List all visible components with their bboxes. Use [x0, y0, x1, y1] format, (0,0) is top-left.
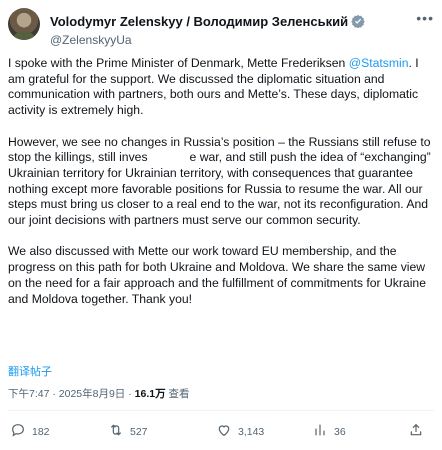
verified-badge-icon — [351, 14, 365, 31]
more-options-icon[interactable]: ••• — [416, 10, 434, 26]
views-count: 16.1万 — [134, 388, 166, 400]
repost-count: 527 — [130, 425, 148, 438]
tweet-header: Volodymyr Zelenskyy / Володимир Зеленськ… — [8, 8, 434, 48]
timestamp[interactable]: 下午7:47 · 2025年8月9日 · — [8, 388, 135, 400]
reply-count: 182 — [32, 425, 50, 438]
views-button[interactable]: 36 — [312, 422, 346, 441]
divider — [8, 410, 434, 411]
tweet-meta: 下午7:47 · 2025年8月9日 · 16.1万 查看 — [8, 386, 190, 401]
share-icon — [408, 422, 424, 441]
tweet-paragraph-1: I spoke with the Prime Minister of Denma… — [8, 56, 434, 119]
translate-post-link[interactable]: 翻译帖子 — [8, 363, 52, 379]
bookmark-count: 36 — [334, 425, 346, 438]
action-bar: 182 527 3,143 36 — [8, 422, 434, 446]
watermark-cover — [147, 152, 190, 163]
repost-button[interactable]: 527 — [108, 422, 148, 441]
author-name-line[interactable]: Volodymyr Zelenskyy / Володимир Зеленськ… — [50, 14, 365, 31]
tweet-paragraph-3: We also discussed with Mette our work to… — [8, 244, 426, 306]
like-count: 3,143 — [238, 425, 265, 438]
views-label: 查看 — [165, 388, 190, 400]
p1-before: I spoke with the Prime Minister of Denma… — [8, 56, 349, 70]
heart-icon — [216, 422, 232, 441]
author-handle[interactable]: @ZelenskyyUa — [50, 33, 132, 47]
repost-icon — [108, 422, 124, 441]
avatar[interactable] — [8, 8, 40, 40]
reply-icon — [10, 422, 26, 441]
share-button[interactable] — [408, 422, 424, 441]
tweet-paragraph-2: However, we see no changes in Russia’s p… — [8, 135, 434, 229]
analytics-icon — [312, 422, 328, 441]
author-name[interactable]: Volodymyr Zelenskyy / Володимир Зеленськ… — [50, 14, 348, 29]
mention-link[interactable]: @Statsmin — [349, 56, 409, 70]
tweet-text: I spoke with the Prime Minister of Denma… — [8, 56, 434, 323]
reply-button[interactable]: 182 — [10, 422, 50, 441]
like-button[interactable]: 3,143 — [216, 422, 264, 441]
